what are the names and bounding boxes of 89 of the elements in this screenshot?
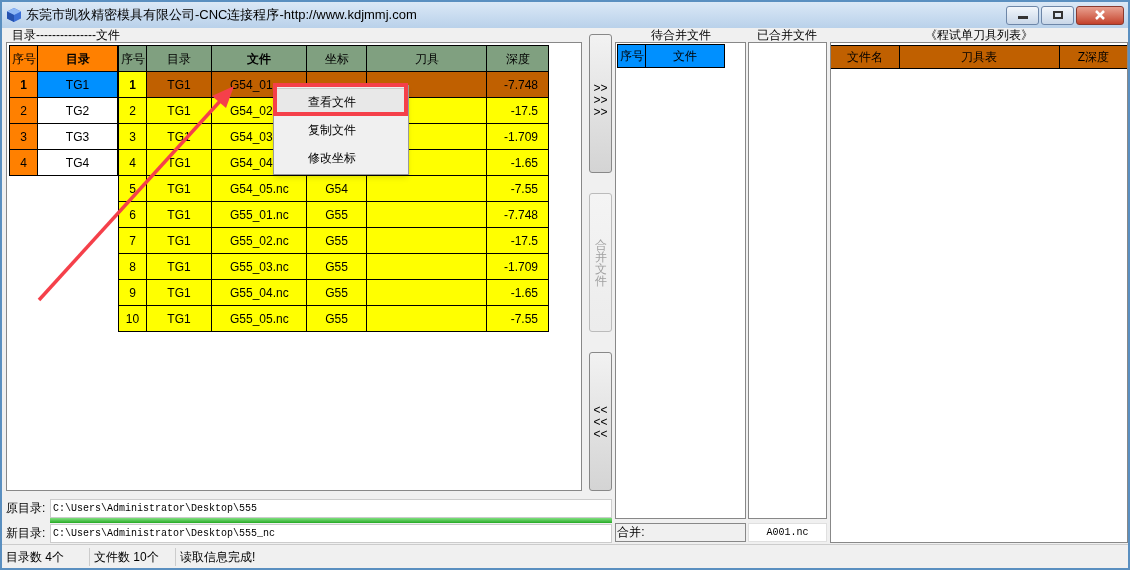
- row-number: 2: [118, 97, 147, 124]
- table-cell: G55_02.nc: [230, 233, 289, 248]
- column-header: 目录: [146, 45, 212, 72]
- close-icon: [1094, 10, 1106, 20]
- close-button[interactable]: [1076, 5, 1124, 25]
- table-cell[interactable]: TG2: [37, 97, 118, 124]
- row-number: 8: [118, 253, 147, 280]
- table-cell: -7.55: [510, 311, 538, 326]
- column-header: 文件: [211, 45, 307, 72]
- group-label: 目录---------------文件: [12, 28, 121, 42]
- table-cell: TG1: [167, 155, 191, 170]
- table-cell: G55: [325, 207, 348, 222]
- row-number: 9: [118, 279, 147, 306]
- table-cell: TG1: [167, 103, 191, 118]
- menu-item[interactable]: 复制文件: [276, 116, 406, 144]
- path-field[interactable]: C:\Users\Administrator\Desktop\555_nc: [50, 523, 613, 543]
- row-number: 4: [9, 149, 38, 176]
- table-cell: G55_01.nc: [230, 207, 289, 222]
- table-cell: G54_03: [230, 129, 273, 144]
- table-cell: -1.709: [503, 129, 538, 144]
- minimize-button[interactable]: [1006, 5, 1039, 25]
- column-header: 目录: [37, 45, 118, 72]
- column-header: 深度: [486, 45, 549, 72]
- table-cell: TG1: [167, 181, 191, 196]
- column-header: 刀具表: [899, 46, 1060, 68]
- table-cell: G55: [325, 311, 348, 326]
- field-label: 新目录:: [6, 525, 47, 542]
- table-cell: G55_04.nc: [230, 285, 289, 300]
- table-cell: -7.748: [503, 77, 538, 92]
- window-title: 东莞市凯狄精密模具有限公司-CNC连接程序-http://www.kdjmmj.com: [26, 6, 417, 25]
- table-cell: G55_05.nc: [230, 311, 289, 326]
- table-cell: TG1: [167, 259, 191, 274]
- table-cell: TG1: [167, 311, 191, 326]
- row-number: 10: [118, 305, 147, 332]
- table-cell[interactable]: TG3: [37, 123, 118, 150]
- table-cell: G55_03.nc: [230, 259, 289, 274]
- table-cell: G54_01: [230, 77, 273, 92]
- table-cell: G54_04: [230, 155, 273, 170]
- row-number: 4: [118, 149, 147, 176]
- table-cell[interactable]: TG1: [37, 71, 118, 98]
- column-header: 序号: [9, 45, 38, 72]
- table-cell: G54: [325, 181, 348, 196]
- table-cell: -17.5: [510, 103, 538, 118]
- side-button[interactable]: << << <<: [589, 352, 612, 491]
- maximize-button[interactable]: [1041, 5, 1074, 25]
- cube-icon: [6, 7, 22, 23]
- column-header: 序号: [118, 45, 147, 72]
- row-number: 3: [118, 123, 147, 150]
- table-cell: TG1: [167, 285, 191, 300]
- table-cell: -1.65: [510, 155, 538, 170]
- table-cell: -7.748: [503, 207, 538, 222]
- table-cell: -17.5: [510, 233, 538, 248]
- table-cell: -7.55: [510, 181, 538, 196]
- table-cell: -1.709: [503, 259, 538, 274]
- path-field[interactable]: C:\Users\Administrator\Desktop\555: [50, 498, 613, 518]
- table-cell: G54_05.nc: [230, 181, 289, 196]
- status-text: 文件数 10个: [90, 547, 176, 566]
- row-number: 1: [9, 71, 38, 98]
- column-header: 坐标: [306, 45, 367, 72]
- table-cell: TG1: [167, 207, 191, 222]
- panel-title: 《程试单刀具列表》: [923, 29, 1034, 41]
- column-header: 刀具: [366, 45, 487, 72]
- column-header: 序号: [618, 45, 647, 67]
- field-label: 原目录:: [6, 500, 47, 518]
- status-text: 目录数 4个: [2, 547, 90, 566]
- output-file-field[interactable]: A001.nc: [748, 523, 827, 542]
- column-header: Z深度: [1076, 49, 1111, 66]
- row-number: 2: [9, 97, 38, 124]
- row-number: 7: [118, 227, 147, 254]
- table-cell: G55: [325, 259, 348, 274]
- column-header: 文件: [672, 48, 699, 65]
- table-cell[interactable]: TG4: [37, 149, 118, 176]
- menu-item[interactable]: 修改坐标: [276, 144, 406, 172]
- table-cell: G55: [325, 285, 348, 300]
- merge-field: 合并:: [615, 523, 746, 542]
- table-cell: G55: [325, 233, 348, 248]
- maximize-icon: [1052, 11, 1063, 19]
- side-button[interactable]: >> >> >>: [589, 34, 612, 173]
- row-number: 1: [118, 71, 147, 98]
- panel-title: 待合并文件: [649, 29, 712, 41]
- table-cell: TG1: [167, 77, 191, 92]
- table-cell: G54_02: [230, 103, 273, 118]
- minimize-icon: [1017, 16, 1028, 19]
- table-cell: -1.65: [510, 285, 538, 300]
- status-text: 读取信息完成!: [179, 548, 257, 566]
- panel-title: 已合并文件: [756, 29, 819, 41]
- column-header: 文件名: [830, 46, 900, 68]
- row-number: 3: [9, 123, 38, 150]
- table-cell: TG1: [167, 233, 191, 248]
